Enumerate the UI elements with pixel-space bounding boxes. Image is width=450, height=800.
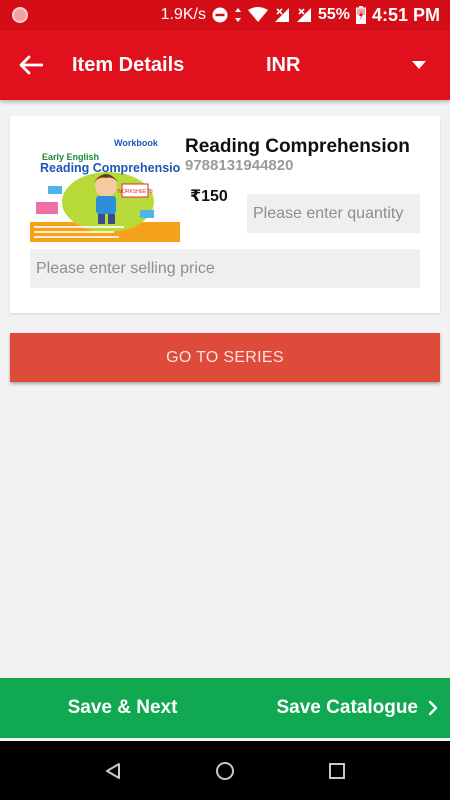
square-recents-icon <box>329 763 345 779</box>
quantity-input[interactable] <box>247 194 420 233</box>
currency-dropdown-button[interactable] <box>404 52 434 78</box>
back-arrow-icon <box>19 55 43 75</box>
triangle-back-icon <box>106 763 120 779</box>
page-title: Item Details <box>72 54 185 76</box>
item-isbn: 9788131944820 <box>185 157 294 174</box>
chevron-right-icon <box>428 700 438 716</box>
data-arrows-icon <box>234 7 242 23</box>
item-title: Reading Comprehension <box>185 136 410 157</box>
nav-back-button[interactable] <box>98 756 128 786</box>
no-signal-icon-2 <box>296 7 312 23</box>
selling-price-input[interactable] <box>30 249 420 288</box>
go-to-series-button[interactable]: GO TO SERIES <box>10 333 440 382</box>
svg-text:WORKSHEETS: WORKSHEETS <box>117 189 153 195</box>
wifi-icon <box>247 7 268 23</box>
cover-title: Reading Comprehension <box>40 161 180 175</box>
notification-dot-icon <box>12 7 28 23</box>
clock: 4:51 PM <box>371 4 440 25</box>
nav-home-button[interactable] <box>210 756 240 786</box>
status-bar: 1.9K/s 55% 4:51 PM <box>0 0 450 30</box>
app-bar: Item Details INR <box>0 30 450 100</box>
status-bar-right: 1.9K/s 55% 4:51 PM <box>161 0 440 30</box>
system-navigation-bar <box>0 741 450 800</box>
item-price: ₹150 <box>190 188 228 205</box>
currency-selector-label[interactable]: INR <box>266 30 300 100</box>
back-button[interactable] <box>16 50 46 80</box>
item-card: WORKSHEETS Workbook Early English Readin… <box>10 116 440 313</box>
save-catalogue-label: Save Catalogue <box>276 697 419 718</box>
bottom-action-bar: Save & Next Save Catalogue <box>0 678 450 738</box>
dropdown-arrow-icon <box>412 61 426 69</box>
save-catalogue-button[interactable]: Save Catalogue <box>245 678 450 738</box>
cover-publisher: Workbook <box>114 138 159 148</box>
book-cover-image: WORKSHEETS Workbook Early English Readin… <box>30 136 180 242</box>
battery-charging-icon <box>355 6 366 24</box>
network-speed: 1.9K/s <box>160 6 206 23</box>
no-signal-icon <box>274 7 290 23</box>
nav-recents-button[interactable] <box>322 756 352 786</box>
save-next-button[interactable]: Save & Next <box>0 678 245 738</box>
do-not-disturb-icon <box>212 7 228 23</box>
battery-percent: 55% <box>317 6 350 23</box>
circle-home-icon <box>216 762 234 780</box>
